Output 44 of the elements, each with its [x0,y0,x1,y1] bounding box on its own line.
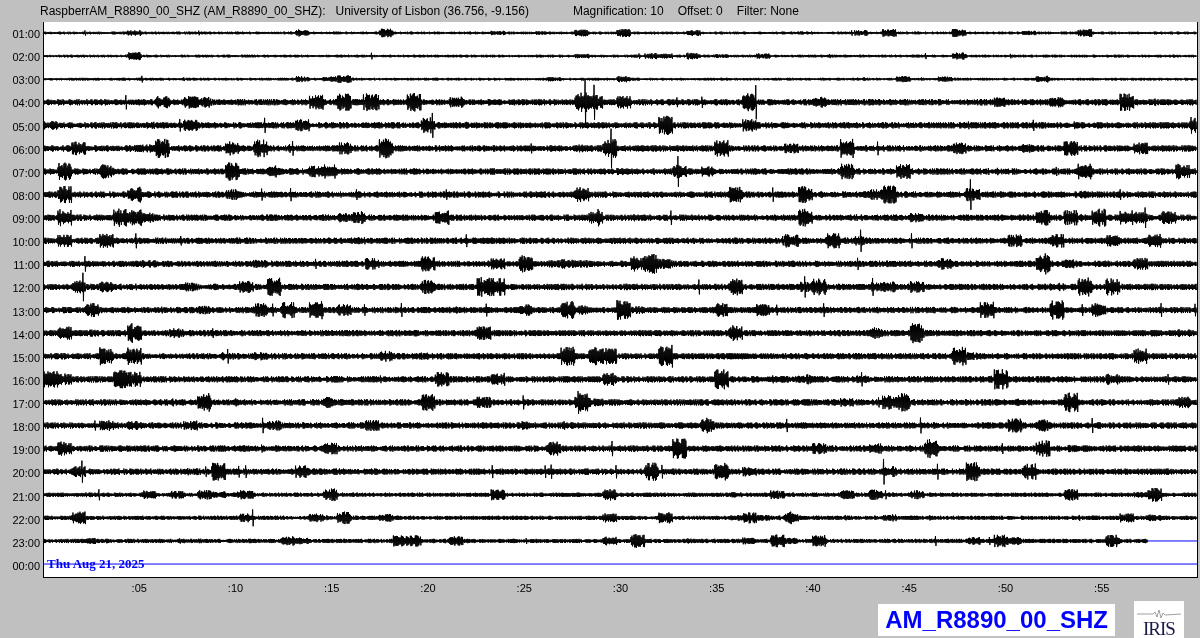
hour-label: 06:00 [11,142,41,158]
station-title: RaspberrAM_R8890_00_SHZ (AM_R8890_00_SHZ): [40,4,326,19]
hour-label: 15:00 [11,350,41,366]
date-label: Thu Aug 21, 2025 [47,556,145,573]
hour-label: 21:00 [11,489,41,505]
hour-label: 18:00 [11,420,41,436]
hour-label: 08:00 [11,188,41,204]
hour-label: 23:00 [11,535,41,551]
hour-label: 12:00 [11,281,41,297]
minute-tick-label: :40 [805,582,821,595]
hour-label: 05:00 [11,119,41,135]
hour-label: 03:00 [11,73,41,89]
minute-tick-label: :20 [420,582,436,595]
offset-text: Offset: 0 [677,4,723,19]
filter-text: Filter: None [736,4,799,19]
minute-tick-label: :45 [901,582,917,595]
minute-tick-label: :25 [516,582,532,595]
hour-label: 01:00 [11,27,41,42]
hour-label: 20:00 [11,466,41,482]
minute-tick-label: :05 [131,582,147,595]
hour-label: 11:00 [12,258,41,274]
hour-label: 13:00 [11,304,41,320]
minute-tick-label: :35 [709,582,725,595]
hour-label: 19:00 [11,443,41,459]
hour-label: 00:00 [11,558,41,574]
hour-label: 22:00 [11,512,41,528]
hour-label: 07:00 [11,165,41,181]
wave-icon [1137,609,1181,619]
hour-label: 16:00 [11,373,41,389]
magnification-text: Magnification: 10 [572,4,664,19]
logo-text: IRIS [1143,619,1175,638]
hour-label: 09:00 [11,212,41,227]
location-text: University of Lisbon (36.756, -9.156) [335,4,529,19]
minute-tick-label: :10 [227,582,244,595]
hour-label: 14:00 [11,327,41,343]
minute-tick-label: :30 [612,582,629,595]
hour-label: 02:00 [11,50,41,66]
minute-tick-label: :55 [1094,582,1110,595]
minute-tick-label: :50 [997,582,1014,595]
station-badge: AM_R8890_00_SHZ [878,603,1115,636]
minute-tick-label: :15 [324,582,340,595]
hour-label: 10:00 [11,235,41,251]
hour-label: 04:00 [11,96,41,112]
hour-label: 17:00 [11,397,41,412]
